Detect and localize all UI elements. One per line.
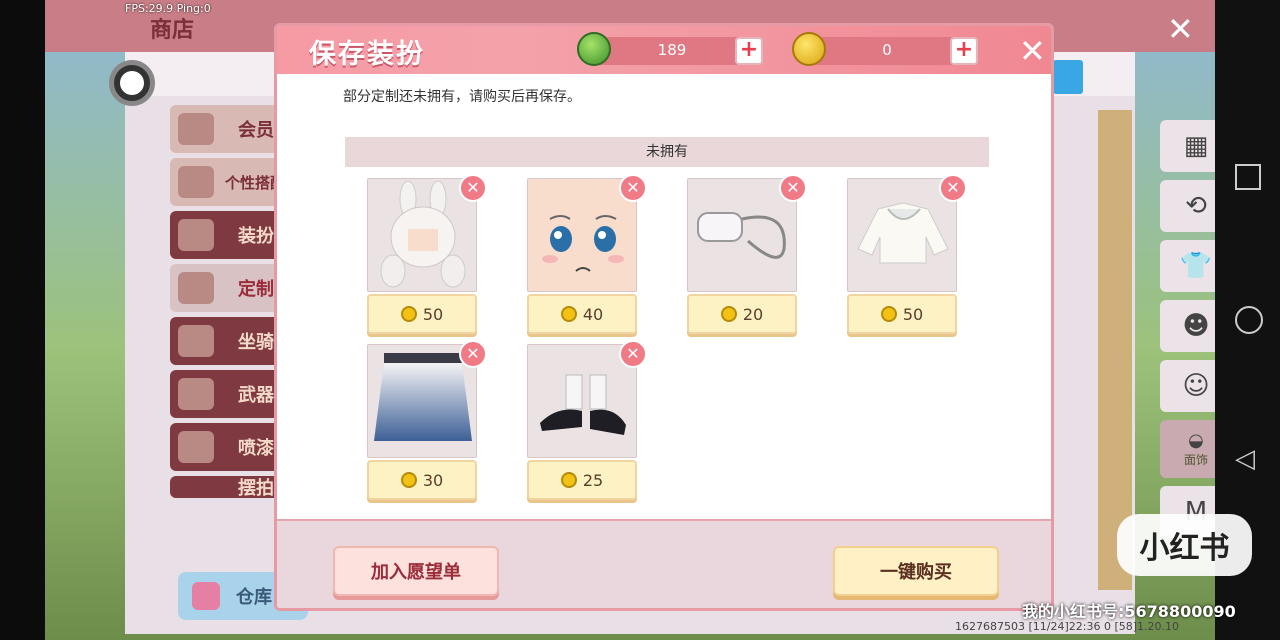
outfit-icon[interactable]: 👕	[1160, 240, 1215, 292]
coin-icon: .	[560, 306, 577, 322]
warehouse-label: 仓库	[236, 587, 272, 608]
category-label: 摆拍	[238, 478, 274, 498]
mask-icon[interactable]: ◒ 面饰	[1160, 420, 1215, 478]
recent-apps-icon[interactable]	[1235, 164, 1261, 190]
item-price[interactable]: . 20	[687, 294, 797, 334]
remove-item-button[interactable]: ✕	[459, 340, 487, 368]
price-value: 20	[742, 304, 764, 324]
add-coin-button[interactable]: +	[950, 37, 978, 65]
warehouse-icon	[192, 582, 220, 610]
close-icon[interactable]: ✕	[1019, 32, 1046, 70]
letterbox-left	[0, 0, 45, 640]
item-card[interactable]: ✕ . 40	[527, 174, 647, 335]
dialog-body: 部分定制还未拥有，请购买后再保存。 未拥有 ✕ . 50	[277, 74, 1051, 519]
category-label: 坐骑	[238, 332, 274, 353]
back-icon[interactable]: ◁	[1235, 444, 1255, 474]
dialog-title: 保存装扮	[309, 39, 425, 70]
save-outfit-dialog: 保存装扮 189 + 0 + ✕ 部分定制还未拥有，请购买后再保存。 未拥有 ✕…	[274, 23, 1054, 611]
weapon-icon	[178, 378, 214, 410]
coin-icon: .	[400, 472, 417, 488]
notice-text: 部分定制还未拥有，请购买后再保存。	[343, 89, 581, 105]
dialog-footer: 加入愿望单 一键购买	[277, 519, 1051, 608]
vip-icon	[178, 113, 214, 145]
shop-close-icon[interactable]: ✕	[1167, 10, 1194, 48]
style-icon	[178, 166, 214, 198]
price-value: 40	[582, 304, 604, 324]
item-card[interactable]: ✕ . 30	[367, 340, 487, 501]
category-label: 装扮	[238, 226, 274, 247]
gem-count: 189	[657, 41, 687, 59]
shop-title: 商店	[150, 18, 195, 43]
category-label: 会员	[238, 120, 274, 141]
item-price[interactable]: . 50	[367, 294, 477, 334]
remove-item-button[interactable]: ✕	[619, 340, 647, 368]
item-card[interactable]: ✕ . 50	[367, 174, 487, 335]
watermark-badge: 小红书	[1117, 514, 1252, 576]
face-icon[interactable]: ☺	[1160, 360, 1215, 412]
home-icon[interactable]	[1235, 306, 1263, 334]
mask-label: 面饰	[1183, 453, 1208, 467]
coin-icon: .	[720, 306, 737, 322]
remove-item-button[interactable]: ✕	[459, 174, 487, 202]
buy-all-button[interactable]: 一键购买	[833, 546, 999, 596]
remove-item-button[interactable]: ✕	[939, 174, 967, 202]
coin-balance: 0 +	[792, 32, 978, 66]
coin-icon: .	[400, 306, 417, 322]
item-price[interactable]: . 25	[527, 460, 637, 500]
item-price[interactable]: . 30	[367, 460, 477, 500]
gem-balance: 189 +	[577, 32, 763, 66]
mount-icon	[178, 325, 214, 357]
item-card[interactable]: ✕ . 25	[527, 340, 647, 501]
add-to-wishlist-button[interactable]: 加入愿望单	[333, 546, 499, 596]
price-value: 50	[422, 304, 444, 324]
right-toolbar: ▦ ⟲ 👕 ☻ ☺ ◒ 面饰 M	[1160, 120, 1215, 546]
price-value: 30	[422, 470, 444, 490]
price-value: 50	[902, 304, 924, 324]
outfit-icon	[178, 219, 214, 251]
face-icon[interactable]: ☻	[1160, 300, 1215, 352]
add-gem-button[interactable]: +	[735, 37, 763, 65]
price-value: 25	[582, 470, 604, 490]
item-card[interactable]: ✕ . 50	[847, 174, 967, 335]
watermark-account: 我的小红书号:5678800090	[1022, 602, 1236, 621]
shop-tab-button[interactable]	[1053, 60, 1083, 94]
fps-readout: FPS:29.9 Ping:0	[125, 2, 211, 15]
coin-count: 0	[882, 41, 892, 59]
custom-icon	[178, 272, 214, 304]
category-label: 喷漆	[238, 438, 274, 459]
remove-item-button[interactable]: ✕	[619, 174, 647, 202]
history-icon[interactable]: ⟲	[1160, 180, 1215, 232]
item-price[interactable]: . 50	[847, 294, 957, 334]
item-card[interactable]: ✕ . 20	[687, 174, 807, 335]
category-label: 定制	[238, 279, 274, 300]
grid-icon[interactable]: ▦	[1160, 120, 1215, 172]
coin-icon: .	[880, 306, 897, 322]
dialog-header: 保存装扮 189 + 0 + ✕	[277, 26, 1051, 74]
category-label: 武器	[238, 385, 274, 406]
section-header: 未拥有	[345, 137, 989, 167]
record-button[interactable]	[109, 60, 155, 106]
spray-icon	[178, 431, 214, 463]
remove-item-button[interactable]: ✕	[779, 174, 807, 202]
item-price[interactable]: . 40	[527, 294, 637, 334]
coin-icon: .	[560, 472, 577, 488]
